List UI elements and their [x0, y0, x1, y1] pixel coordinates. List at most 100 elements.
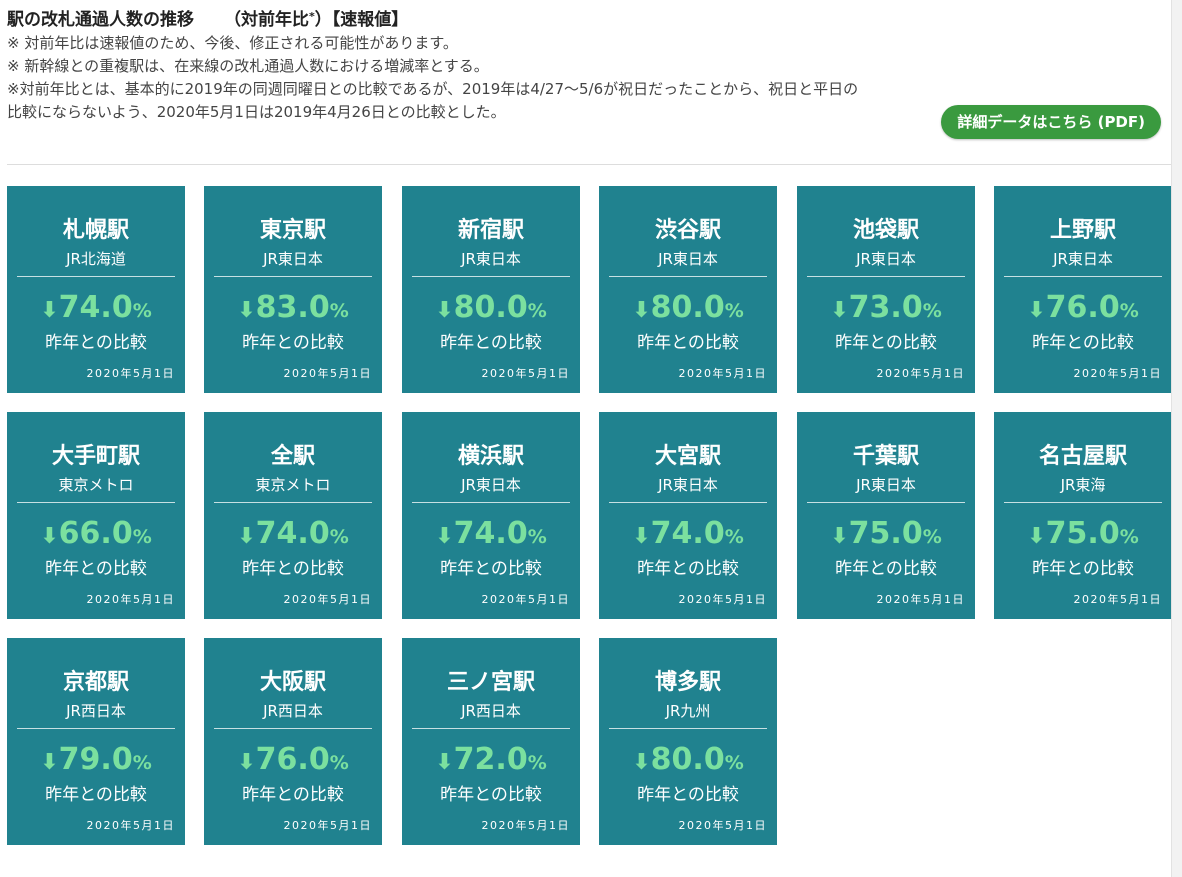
card-date: 2020年5月1日	[678, 819, 767, 832]
yoy-value: ⬇80.0%	[599, 289, 777, 331]
title-yoy: （対前年比	[224, 10, 309, 30]
station-card: 京都駅 JR西日本 ⬇79.0% 昨年との比較 2020年5月1日	[7, 638, 185, 845]
card-divider	[609, 728, 767, 729]
yoy-unit: %	[132, 526, 152, 548]
station-card: 千葉駅 JR東日本 ⬇75.0% 昨年との比較 2020年5月1日	[797, 412, 975, 619]
card-date: 2020年5月1日	[678, 593, 767, 606]
station-name: 札幌駅	[62, 218, 129, 243]
card-divider	[1004, 276, 1162, 277]
station-operator: JR東日本	[461, 250, 521, 268]
down-arrow-icon: ⬇	[632, 524, 651, 549]
compare-label: 昨年との比較	[637, 785, 739, 805]
title-tag: 【速報値】	[331, 10, 409, 30]
card-divider	[609, 502, 767, 503]
station-operator: JR西日本	[263, 702, 323, 720]
down-arrow-icon: ⬇	[40, 298, 59, 323]
yoy-value: ⬇75.0%	[797, 515, 975, 557]
yoy-number: 76.0	[255, 742, 330, 777]
card-divider	[17, 276, 175, 277]
header-divider	[7, 164, 1172, 165]
yoy-number: 74.0	[453, 516, 528, 551]
card-divider	[214, 276, 372, 277]
yoy-value: ⬇66.0%	[7, 515, 185, 557]
yoy-value: ⬇73.0%	[797, 289, 975, 331]
title-main: 駅の改札通過人数の推移	[7, 10, 194, 30]
card-date: 2020年5月1日	[283, 593, 372, 606]
yoy-unit: %	[329, 526, 349, 548]
station-name: 池袋駅	[852, 218, 919, 243]
yoy-number: 74.0	[650, 516, 725, 551]
card-date: 2020年5月1日	[481, 367, 570, 380]
card-divider	[214, 502, 372, 503]
down-arrow-icon: ⬇	[237, 750, 256, 775]
card-divider	[807, 502, 965, 503]
yoy-unit: %	[527, 526, 547, 548]
card-date: 2020年5月1日	[86, 593, 175, 606]
yoy-number: 75.0	[848, 516, 923, 551]
station-operator: JR東日本	[461, 476, 521, 494]
station-operator: 東京メトロ	[58, 476, 134, 494]
yoy-value: ⬇74.0%	[7, 289, 185, 331]
card-date: 2020年5月1日	[481, 593, 570, 606]
pdf-detail-button[interactable]: 詳細データはこちら (PDF)	[941, 105, 1161, 139]
down-arrow-icon: ⬇	[40, 524, 59, 549]
down-arrow-icon: ⬇	[435, 750, 454, 775]
yoy-unit: %	[724, 752, 744, 774]
yoy-unit: %	[1119, 526, 1139, 548]
station-operator: JR東日本	[658, 476, 718, 494]
yoy-number: 74.0	[255, 516, 330, 551]
yoy-value: ⬇74.0%	[402, 515, 580, 557]
down-arrow-icon: ⬇	[1027, 524, 1046, 549]
station-name: 京都駅	[62, 670, 129, 695]
yoy-number: 80.0	[650, 742, 725, 777]
compare-label: 昨年との比較	[45, 333, 147, 353]
compare-label: 昨年との比較	[440, 333, 542, 353]
down-arrow-icon: ⬇	[830, 524, 849, 549]
yoy-value: ⬇74.0%	[204, 515, 382, 557]
card-date: 2020年5月1日	[283, 367, 372, 380]
yoy-number: 72.0	[453, 742, 528, 777]
down-arrow-icon: ⬇	[435, 298, 454, 323]
yoy-value: ⬇83.0%	[204, 289, 382, 331]
yoy-number: 73.0	[848, 290, 923, 325]
station-card: 上野駅 JR東日本 ⬇76.0% 昨年との比較 2020年5月1日	[994, 186, 1172, 393]
yoy-value: ⬇76.0%	[204, 741, 382, 783]
yoy-value: ⬇72.0%	[402, 741, 580, 783]
yoy-value: ⬇76.0%	[994, 289, 1172, 331]
scrollbar[interactable]	[1171, 0, 1182, 877]
yoy-number: 79.0	[58, 742, 133, 777]
compare-label: 昨年との比較	[637, 559, 739, 579]
yoy-unit: %	[527, 300, 547, 322]
card-date: 2020年5月1日	[86, 367, 175, 380]
down-arrow-icon: ⬇	[632, 298, 651, 323]
yoy-unit: %	[329, 300, 349, 322]
card-date: 2020年5月1日	[1073, 593, 1162, 606]
compare-label: 昨年との比較	[835, 333, 937, 353]
yoy-value: ⬇74.0%	[599, 515, 777, 557]
station-operator: JR東日本	[856, 476, 916, 494]
station-operator: JR西日本	[461, 702, 521, 720]
station-operator: 東京メトロ	[255, 476, 331, 494]
station-card: 名古屋駅 JR東海 ⬇75.0% 昨年との比較 2020年5月1日	[994, 412, 1172, 619]
card-divider	[807, 276, 965, 277]
title-close: ）	[314, 10, 332, 30]
station-name: 博多駅	[654, 670, 721, 695]
station-name: 全駅	[270, 444, 315, 469]
station-card: 博多駅 JR九州 ⬇80.0% 昨年との比較 2020年5月1日	[599, 638, 777, 845]
compare-label: 昨年との比較	[242, 785, 344, 805]
down-arrow-icon: ⬇	[1027, 298, 1046, 323]
card-divider	[412, 502, 570, 503]
yoy-unit: %	[132, 300, 152, 322]
down-arrow-icon: ⬇	[237, 524, 256, 549]
station-card: 三ノ宮駅 JR西日本 ⬇72.0% 昨年との比較 2020年5月1日	[402, 638, 580, 845]
station-name: 東京駅	[259, 218, 326, 243]
station-card: 渋谷駅 JR東日本 ⬇80.0% 昨年との比較 2020年5月1日	[599, 186, 777, 393]
compare-label: 昨年との比較	[1032, 559, 1134, 579]
station-card: 横浜駅 JR東日本 ⬇74.0% 昨年との比較 2020年5月1日	[402, 412, 580, 619]
station-operator: JR東日本	[658, 250, 718, 268]
down-arrow-icon: ⬇	[830, 298, 849, 323]
card-divider	[214, 728, 372, 729]
station-card: 新宿駅 JR東日本 ⬇80.0% 昨年との比較 2020年5月1日	[402, 186, 580, 393]
note-revision: ※ 対前年比は速報値のため、今後、修正される可能性があります。	[7, 34, 458, 52]
card-date: 2020年5月1日	[1073, 367, 1162, 380]
